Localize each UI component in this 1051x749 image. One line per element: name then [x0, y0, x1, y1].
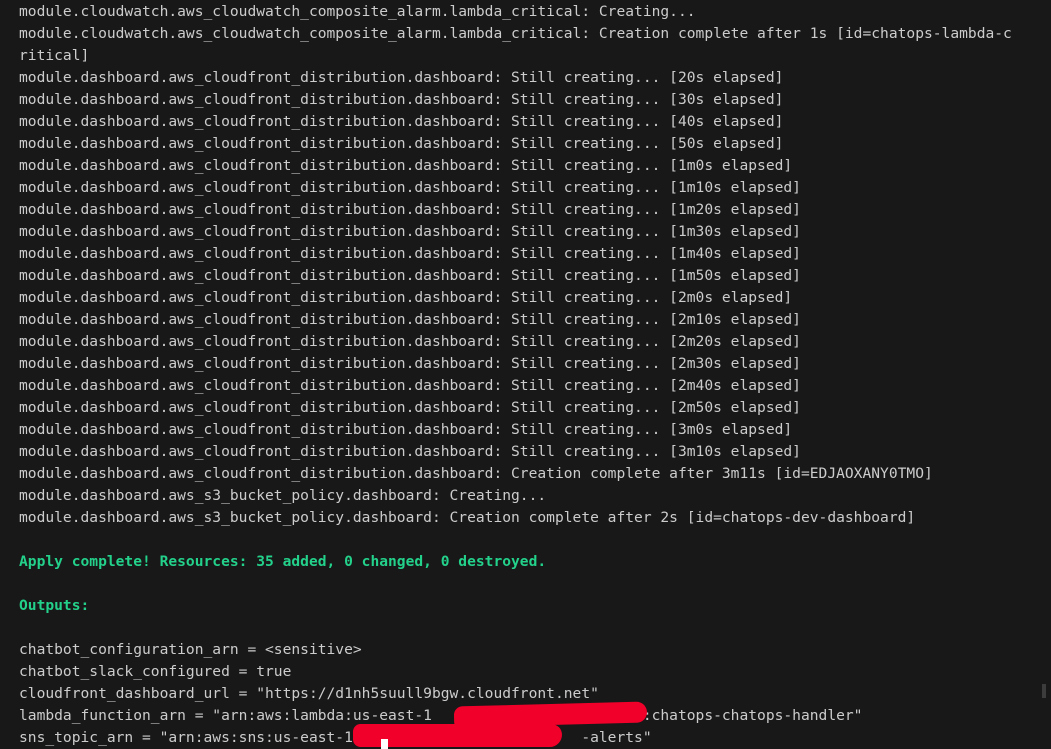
output-line: chatbot_configuration_arn = <sensitive>: [19, 641, 362, 658]
terminal-scrollbar[interactable]: [1037, 0, 1051, 749]
terminal-output[interactable]: module.cloudwatch.aws_cloudwatch_composi…: [0, 0, 1051, 749]
log-line: module.dashboard.aws_cloudfront_distribu…: [19, 355, 801, 372]
log-line: module.dashboard.aws_cloudfront_distribu…: [19, 333, 801, 350]
log-line: module.dashboard.aws_cloudfront_distribu…: [19, 135, 784, 152]
log-line: module.dashboard.aws_cloudfront_distribu…: [19, 113, 784, 130]
log-line: module.dashboard.aws_cloudfront_distribu…: [19, 91, 784, 108]
log-line: module.dashboard.aws_cloudfront_distribu…: [19, 179, 801, 196]
log-line: module.dashboard.aws_cloudfront_distribu…: [19, 399, 801, 416]
log-line: module.dashboard.aws_cloudfront_distribu…: [19, 377, 801, 394]
output-line: cloudfront_dashboard_url = "https://d1nh…: [19, 685, 599, 702]
log-line: ritical]: [19, 47, 90, 64]
log-line: module.dashboard.aws_cloudfront_distribu…: [19, 289, 793, 306]
log-line: module.dashboard.aws_cloudfront_distribu…: [19, 421, 793, 438]
outputs-heading: Outputs:: [19, 597, 90, 614]
log-line: module.dashboard.aws_cloudfront_distribu…: [19, 201, 801, 218]
terminal-cursor: [381, 739, 388, 749]
apply-log: module.cloudwatch.aws_cloudwatch_composi…: [19, 1, 1051, 529]
log-line: module.cloudwatch.aws_cloudwatch_composi…: [19, 25, 1012, 42]
scrollbar-thumb[interactable]: [1042, 684, 1046, 698]
apply-summary: Apply complete! Resources: 35 added, 0 c…: [19, 553, 547, 570]
log-line: module.dashboard.aws_cloudfront_distribu…: [19, 245, 801, 262]
log-line: module.cloudwatch.aws_cloudwatch_composi…: [19, 3, 696, 20]
log-line: module.dashboard.aws_s3_bucket_policy.da…: [19, 487, 547, 504]
log-line: module.dashboard.aws_cloudfront_distribu…: [19, 465, 933, 482]
log-line: module.dashboard.aws_s3_bucket_policy.da…: [19, 509, 916, 526]
log-line: module.dashboard.aws_cloudfront_distribu…: [19, 223, 801, 240]
log-line: module.dashboard.aws_cloudfront_distribu…: [19, 443, 801, 460]
output-line: chatbot_slack_configured = true: [19, 663, 292, 680]
log-line: module.dashboard.aws_cloudfront_distribu…: [19, 157, 793, 174]
log-line: module.dashboard.aws_cloudfront_distribu…: [19, 311, 801, 328]
log-line: module.dashboard.aws_cloudfront_distribu…: [19, 267, 801, 284]
log-line: module.dashboard.aws_cloudfront_distribu…: [19, 69, 784, 86]
